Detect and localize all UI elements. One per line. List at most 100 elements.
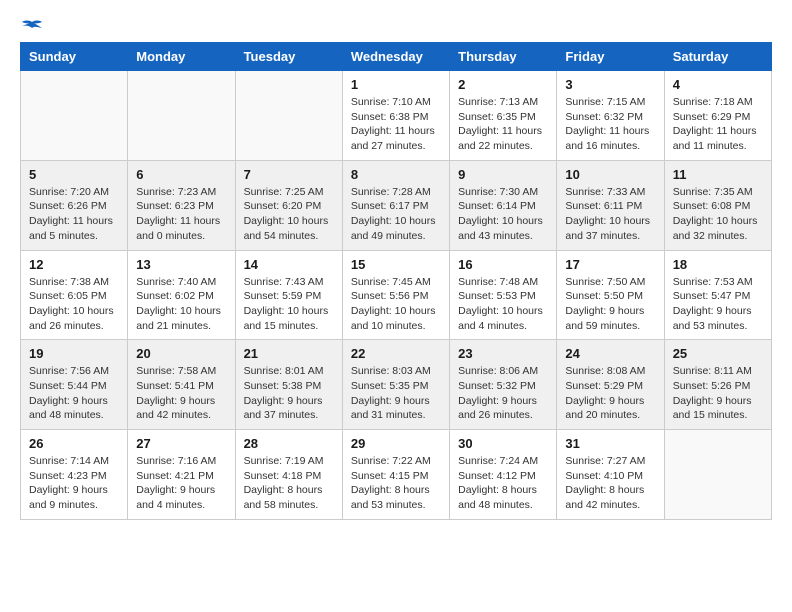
day-number: 12 <box>29 257 119 272</box>
calendar-week-row: 12 Sunrise: 7:38 AM Sunset: 6:05 PM Dayli… <box>21 250 772 340</box>
day-info: Sunrise: 7:19 AM Sunset: 4:18 PM Dayligh… <box>244 454 334 513</box>
day-info: Sunrise: 7:58 AM Sunset: 5:41 PM Dayligh… <box>136 364 226 423</box>
calendar-day-cell: 5Sunrise: 7:20 AM Sunset: 6:26 PM Daylig… <box>21 160 128 250</box>
calendar-day-cell <box>128 71 235 161</box>
day-number: 3 <box>565 77 655 92</box>
day-info: Sunrise: 7:38 AM Sunset: 6:05 PM Dayligh… <box>29 275 119 334</box>
day-number: 20 <box>136 346 226 361</box>
calendar-day-cell <box>235 71 342 161</box>
calendar-day-cell: 24 Sunrise: 8:08 AM Sunset: 5:29 PM Dayli… <box>557 340 664 430</box>
day-info: Sunrise: 7:45 AM Sunset: 5:56 PM Dayligh… <box>351 275 441 334</box>
day-number: 10 <box>565 167 655 182</box>
day-number: 17 <box>565 257 655 272</box>
day-number: 23 <box>458 346 548 361</box>
day-number: 28 <box>244 436 334 451</box>
day-info: Sunrise: 7:53 AM Sunset: 5:47 PM Dayligh… <box>673 275 763 334</box>
calendar-day-cell: 16Sunrise: 7:48 AM Sunset: 5:53 PM Dayli… <box>450 250 557 340</box>
day-number: 30 <box>458 436 548 451</box>
day-number: 2 <box>458 77 548 92</box>
calendar-day-cell: 25Sunrise: 8:11 AM Sunset: 5:26 PM Dayli… <box>664 340 771 430</box>
day-info: Sunrise: 7:10 AM Sunset: 6:38 PM Dayligh… <box>351 95 441 154</box>
day-info: Sunrise: 7:27 AM Sunset: 4:10 PM Dayligh… <box>565 454 655 513</box>
calendar-week-row: 5Sunrise: 7:20 AM Sunset: 6:26 PM Daylig… <box>21 160 772 250</box>
calendar-table: SundayMondayTuesdayWednesdayThursdayFrid… <box>20 42 772 520</box>
day-number: 29 <box>351 436 441 451</box>
weekday-header-sunday: Sunday <box>21 43 128 71</box>
day-info: Sunrise: 7:14 AM Sunset: 4:23 PM Dayligh… <box>29 454 119 513</box>
calendar-header-row: SundayMondayTuesdayWednesdayThursdayFrid… <box>21 43 772 71</box>
calendar-week-row: 26 Sunrise: 7:14 AM Sunset: 4:23 PM Dayli… <box>21 430 772 520</box>
day-info: Sunrise: 7:25 AM Sunset: 6:20 PM Dayligh… <box>244 185 334 244</box>
calendar-day-cell: 2 Sunrise: 7:13 AM Sunset: 6:35 PM Daylig… <box>450 71 557 161</box>
calendar-day-cell: 7 Sunrise: 7:25 AM Sunset: 6:20 PM Daylig… <box>235 160 342 250</box>
day-info: Sunrise: 7:15 AM Sunset: 6:32 PM Dayligh… <box>565 95 655 154</box>
day-info: Sunrise: 7:33 AM Sunset: 6:11 PM Dayligh… <box>565 185 655 244</box>
day-number: 21 <box>244 346 334 361</box>
calendar-day-cell: 13 Sunrise: 7:40 AM Sunset: 6:02 PM Dayli… <box>128 250 235 340</box>
logo-bird-icon <box>22 20 42 36</box>
calendar-day-cell: 22 Sunrise: 8:03 AM Sunset: 5:35 PM Dayli… <box>342 340 449 430</box>
day-info: Sunrise: 8:03 AM Sunset: 5:35 PM Dayligh… <box>351 364 441 423</box>
calendar-day-cell: 29 Sunrise: 7:22 AM Sunset: 4:15 PM Dayli… <box>342 430 449 520</box>
day-info: Sunrise: 7:40 AM Sunset: 6:02 PM Dayligh… <box>136 275 226 334</box>
weekday-header-tuesday: Tuesday <box>235 43 342 71</box>
day-info: Sunrise: 7:43 AM Sunset: 5:59 PM Dayligh… <box>244 275 334 334</box>
day-info: Sunrise: 7:48 AM Sunset: 5:53 PM Dayligh… <box>458 275 548 334</box>
calendar-day-cell: 21Sunrise: 8:01 AM Sunset: 5:38 PM Dayli… <box>235 340 342 430</box>
day-number: 9 <box>458 167 548 182</box>
day-info: Sunrise: 7:56 AM Sunset: 5:44 PM Dayligh… <box>29 364 119 423</box>
day-info: Sunrise: 8:08 AM Sunset: 5:29 PM Dayligh… <box>565 364 655 423</box>
calendar-day-cell: 31 Sunrise: 7:27 AM Sunset: 4:10 PM Dayli… <box>557 430 664 520</box>
calendar-week-row: 19 Sunrise: 7:56 AM Sunset: 5:44 PM Dayli… <box>21 340 772 430</box>
page-header <box>20 20 772 32</box>
calendar-day-cell: 20 Sunrise: 7:58 AM Sunset: 5:41 PM Dayli… <box>128 340 235 430</box>
calendar-day-cell: 18 Sunrise: 7:53 AM Sunset: 5:47 PM Dayli… <box>664 250 771 340</box>
day-info: Sunrise: 8:06 AM Sunset: 5:32 PM Dayligh… <box>458 364 548 423</box>
day-number: 5 <box>29 167 119 182</box>
day-number: 14 <box>244 257 334 272</box>
logo <box>20 20 42 32</box>
calendar-day-cell: 14 Sunrise: 7:43 AM Sunset: 5:59 PM Dayli… <box>235 250 342 340</box>
day-number: 6 <box>136 167 226 182</box>
calendar-day-cell: 3 Sunrise: 7:15 AM Sunset: 6:32 PM Daylig… <box>557 71 664 161</box>
day-info: Sunrise: 7:24 AM Sunset: 4:12 PM Dayligh… <box>458 454 548 513</box>
calendar-day-cell: 26 Sunrise: 7:14 AM Sunset: 4:23 PM Dayli… <box>21 430 128 520</box>
day-info: Sunrise: 7:22 AM Sunset: 4:15 PM Dayligh… <box>351 454 441 513</box>
day-number: 22 <box>351 346 441 361</box>
calendar-day-cell: 4Sunrise: 7:18 AM Sunset: 6:29 PM Daylig… <box>664 71 771 161</box>
day-info: Sunrise: 7:50 AM Sunset: 5:50 PM Dayligh… <box>565 275 655 334</box>
day-number: 18 <box>673 257 763 272</box>
weekday-header-friday: Friday <box>557 43 664 71</box>
calendar-day-cell <box>664 430 771 520</box>
day-info: Sunrise: 7:16 AM Sunset: 4:21 PM Dayligh… <box>136 454 226 513</box>
calendar-day-cell: 9 Sunrise: 7:30 AM Sunset: 6:14 PM Daylig… <box>450 160 557 250</box>
calendar-day-cell: 23 Sunrise: 8:06 AM Sunset: 5:32 PM Dayli… <box>450 340 557 430</box>
day-number: 31 <box>565 436 655 451</box>
calendar-day-cell: 19 Sunrise: 7:56 AM Sunset: 5:44 PM Dayli… <box>21 340 128 430</box>
calendar-week-row: 1 Sunrise: 7:10 AM Sunset: 6:38 PM Daylig… <box>21 71 772 161</box>
calendar-day-cell: 12 Sunrise: 7:38 AM Sunset: 6:05 PM Dayli… <box>21 250 128 340</box>
day-number: 8 <box>351 167 441 182</box>
day-number: 24 <box>565 346 655 361</box>
calendar-day-cell: 28 Sunrise: 7:19 AM Sunset: 4:18 PM Dayli… <box>235 430 342 520</box>
day-number: 11 <box>673 167 763 182</box>
weekday-header-thursday: Thursday <box>450 43 557 71</box>
day-info: Sunrise: 7:28 AM Sunset: 6:17 PM Dayligh… <box>351 185 441 244</box>
day-number: 1 <box>351 77 441 92</box>
day-number: 4 <box>673 77 763 92</box>
weekday-header-wednesday: Wednesday <box>342 43 449 71</box>
day-number: 26 <box>29 436 119 451</box>
calendar-day-cell: 6Sunrise: 7:23 AM Sunset: 6:23 PM Daylig… <box>128 160 235 250</box>
calendar-day-cell <box>21 71 128 161</box>
day-number: 19 <box>29 346 119 361</box>
day-info: Sunrise: 7:30 AM Sunset: 6:14 PM Dayligh… <box>458 185 548 244</box>
weekday-header-monday: Monday <box>128 43 235 71</box>
day-number: 7 <box>244 167 334 182</box>
day-number: 25 <box>673 346 763 361</box>
weekday-header-saturday: Saturday <box>664 43 771 71</box>
day-number: 27 <box>136 436 226 451</box>
calendar-day-cell: 11Sunrise: 7:35 AM Sunset: 6:08 PM Dayli… <box>664 160 771 250</box>
calendar-day-cell: 10 Sunrise: 7:33 AM Sunset: 6:11 PM Dayli… <box>557 160 664 250</box>
day-number: 13 <box>136 257 226 272</box>
day-info: Sunrise: 7:13 AM Sunset: 6:35 PM Dayligh… <box>458 95 548 154</box>
